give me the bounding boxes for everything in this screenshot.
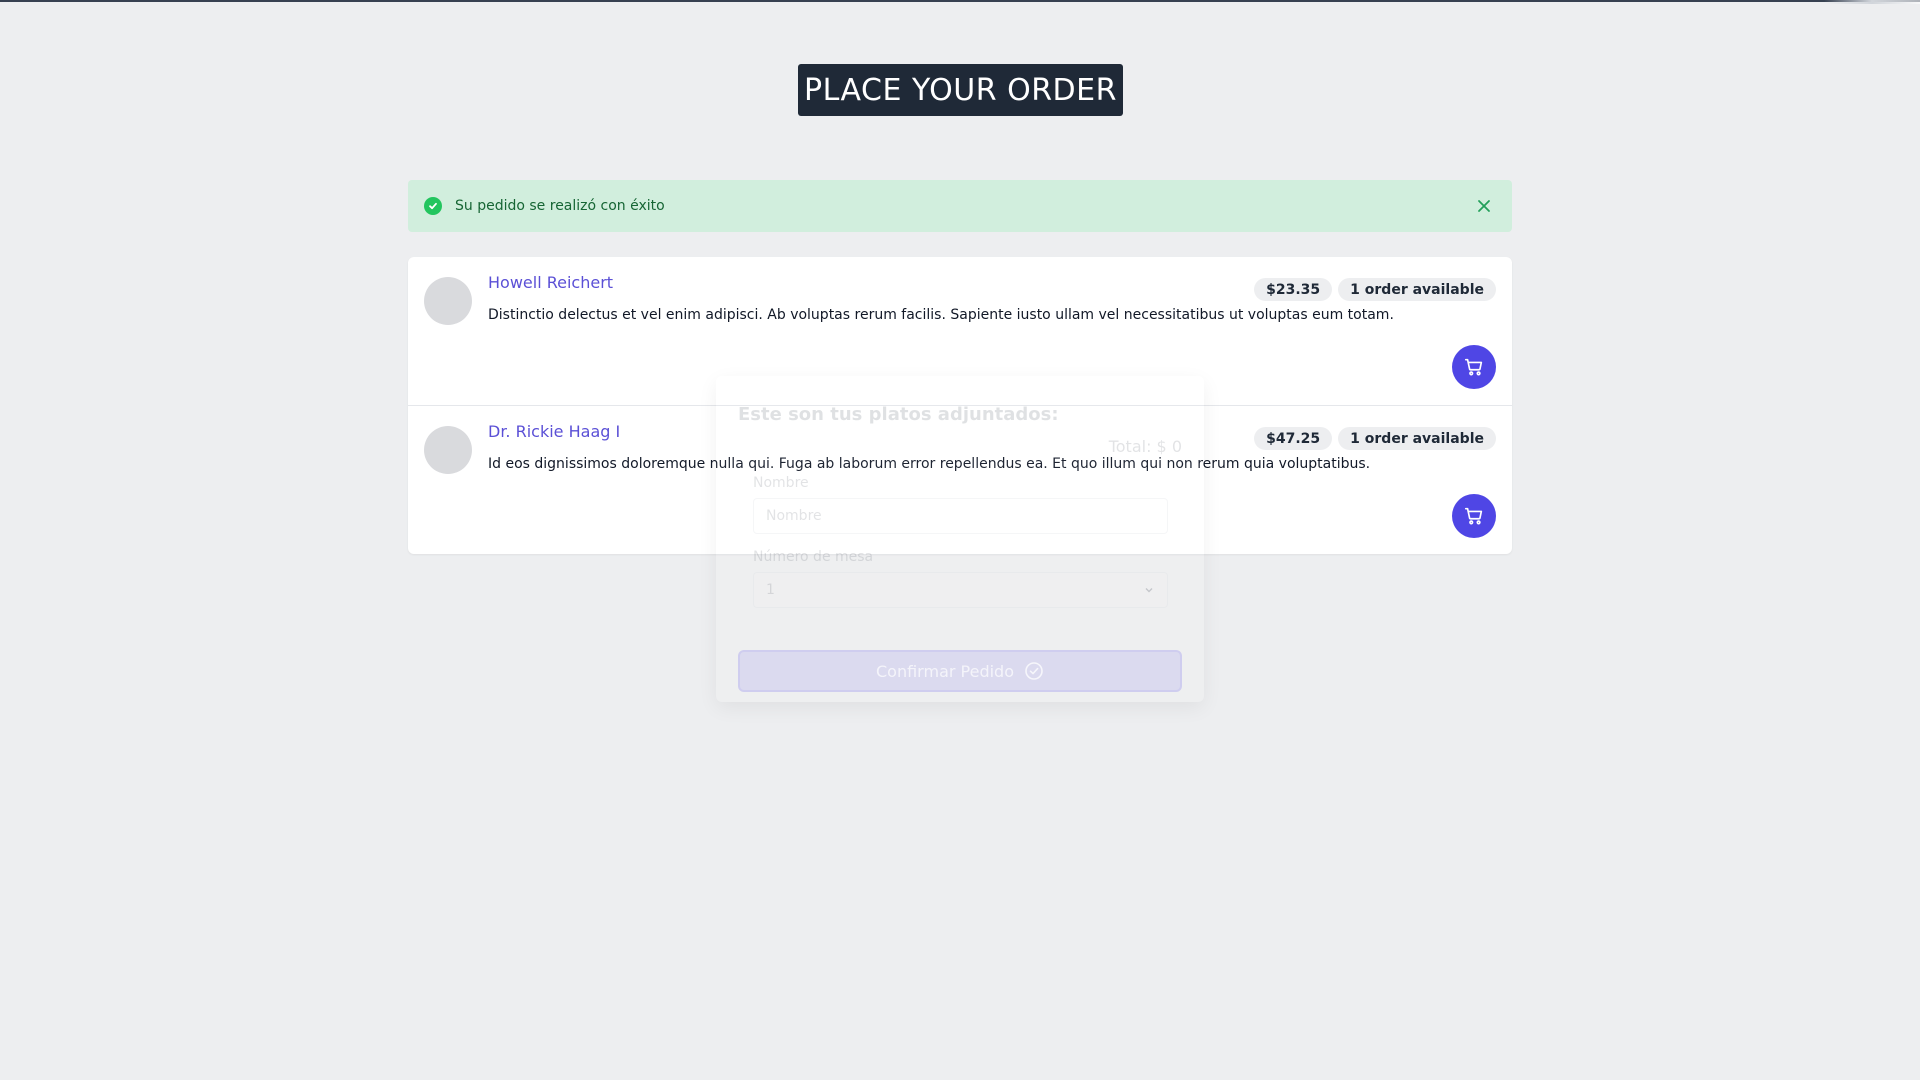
dish-name[interactable]: Howell Reichert	[488, 273, 613, 292]
confirm-order-label: Confirmar Pedido	[876, 661, 1014, 681]
price-badge: $47.25	[1254, 427, 1333, 450]
cart-icon	[1464, 358, 1483, 376]
availability-badge: 1 order available	[1338, 427, 1496, 450]
modal-title: Este son tus platos adjuntados:	[738, 404, 1059, 425]
top-border-highlight	[1824, 0, 1920, 4]
top-border	[0, 0, 1920, 2]
order-total: Total: $ 0	[1108, 437, 1182, 456]
dish-avatar	[424, 277, 472, 325]
page-title: PLACE YOUR ORDER	[798, 64, 1123, 116]
chevron-down-icon	[1145, 588, 1153, 593]
name-label: Nombre	[753, 475, 809, 491]
dish-description: Distinctio delectus et vel enim adipisci…	[488, 307, 1394, 323]
dish-badges: $23.35 1 order available	[1254, 278, 1496, 301]
add-to-cart-button[interactable]	[1452, 345, 1496, 389]
check-circle-icon	[424, 197, 442, 215]
price-badge: $23.35	[1254, 278, 1333, 301]
order-modal: Este son tus platos adjuntados: Total: $…	[716, 376, 1204, 702]
dish-avatar	[424, 426, 472, 474]
dish-name[interactable]: Dr. Rickie Haag I	[488, 422, 620, 441]
add-to-cart-button[interactable]	[1452, 494, 1496, 538]
dish-badges: $47.25 1 order available	[1254, 427, 1496, 450]
success-alert: Su pedido se realizó con éxito	[408, 180, 1512, 232]
alert-message: Su pedido se realizó con éxito	[455, 198, 665, 214]
name-input[interactable]	[753, 498, 1168, 534]
table-number-select[interactable]: 1	[753, 572, 1168, 608]
close-icon[interactable]	[1472, 194, 1496, 218]
table-number-label: Número de mesa	[753, 549, 874, 565]
cart-icon	[1464, 507, 1483, 525]
table-number-value: 1	[766, 582, 775, 598]
check-circle-icon	[1025, 662, 1043, 680]
availability-badge: 1 order available	[1338, 278, 1496, 301]
confirm-order-button[interactable]: Confirmar Pedido	[738, 650, 1182, 692]
